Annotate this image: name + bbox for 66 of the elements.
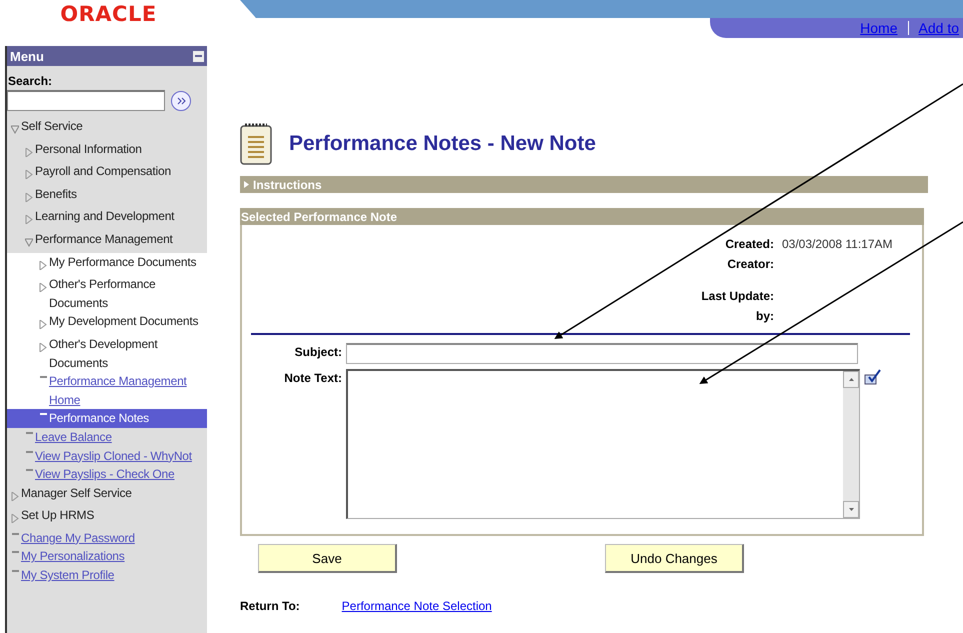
- menu-link[interactable]: View Payslip Cloned - WhyNot: [35, 446, 192, 466]
- field-label: Subject:: [294, 344, 342, 359]
- triangle-right-icon[interactable]: [25, 170, 33, 180]
- field-label: Last Update:: [701, 289, 774, 305]
- double-chevron-icon: [176, 96, 186, 104]
- dash-icon: [12, 532, 18, 535]
- group-title: Selected Performance Note: [240, 208, 924, 225]
- triangle-right-icon[interactable]: [39, 283, 47, 292]
- dash-icon: [26, 469, 32, 472]
- menu-item[interactable]: Benefits: [35, 184, 77, 204]
- triangle-right-icon[interactable]: [11, 492, 19, 501]
- menu-item[interactable]: My Development Documents: [49, 312, 198, 331]
- scroll-down-icon[interactable]: [843, 501, 859, 518]
- menu-item[interactable]: Set Up HRMS: [21, 506, 94, 525]
- minus-icon: [195, 55, 202, 57]
- dash-icon: [12, 551, 18, 554]
- triangle-right-icon[interactable]: [39, 260, 47, 270]
- return-link[interactable]: Performance Note Selection: [342, 599, 492, 613]
- menu-item[interactable]: My Performance Documents: [49, 252, 196, 272]
- menu-title: Menu: [10, 48, 44, 64]
- dash-icon: [40, 376, 46, 378]
- field-label: Note Text:: [283, 370, 342, 385]
- field-label: Creator:: [726, 257, 774, 273]
- field-label: Created:: [724, 237, 774, 253]
- notepad-icon: [240, 122, 273, 166]
- spellcheck-icon[interactable]: [864, 369, 881, 386]
- triangle-right-icon[interactable]: [25, 215, 33, 224]
- subject-field[interactable]: [346, 343, 858, 364]
- menu-item[interactable]: Self Service: [21, 117, 83, 136]
- triangle-down-icon[interactable]: [11, 125, 19, 134]
- triangle-right-icon[interactable]: [25, 192, 33, 202]
- collapse-button[interactable]: [193, 50, 204, 62]
- triangle-right-icon[interactable]: [11, 514, 19, 524]
- triangle-right-icon[interactable]: [39, 320, 47, 330]
- undo-button[interactable]: Undo Changes: [605, 544, 744, 573]
- triangle-down-icon[interactable]: [25, 238, 33, 247]
- menu-link[interactable]: My Personalizations: [21, 547, 125, 566]
- menu-item[interactable]: Other's Development Documents: [49, 334, 207, 372]
- go-button[interactable]: [171, 90, 191, 110]
- page-title: Performance Notes - New Note: [289, 132, 596, 156]
- dash-icon: [26, 432, 32, 434]
- return-label: Return To:: [240, 599, 300, 613]
- save-button[interactable]: Save: [258, 544, 397, 573]
- menu-link[interactable]: Change My Password: [21, 528, 135, 548]
- menu-item[interactable]: Performance Management: [35, 230, 173, 249]
- dash-icon: [12, 570, 18, 572]
- search-field[interactable]: [7, 90, 165, 111]
- dash-icon: [40, 413, 46, 416]
- field-label: by:: [755, 309, 774, 325]
- dash-icon: [26, 450, 32, 452]
- logo: ORACLE: [60, 1, 157, 28]
- menu-item[interactable]: Personal Information: [35, 140, 142, 158]
- search-label: Search:: [8, 74, 54, 88]
- menu-item[interactable]: Other's Performance Documents: [49, 275, 207, 312]
- scroll-up-icon[interactable]: [843, 371, 859, 388]
- menu-item[interactable]: Manager Self Service: [21, 484, 132, 502]
- menu-link[interactable]: My System Profile: [21, 566, 114, 585]
- menu-link[interactable]: Leave Balance: [35, 428, 112, 446]
- menu-item[interactable]: Learning and Development: [35, 207, 174, 226]
- triangle-right-icon[interactable]: [39, 342, 47, 352]
- note-text-field[interactable]: [346, 369, 860, 519]
- menu-link[interactable]: Performance Management Home: [49, 372, 207, 410]
- field-value: 03/03/2008 11:17AM: [782, 237, 894, 253]
- menu-link[interactable]: View Payslips - Check One: [35, 465, 175, 484]
- menu-item[interactable]: Payroll and Compensation: [35, 162, 171, 181]
- triangle-right-icon[interactable]: [25, 148, 33, 157]
